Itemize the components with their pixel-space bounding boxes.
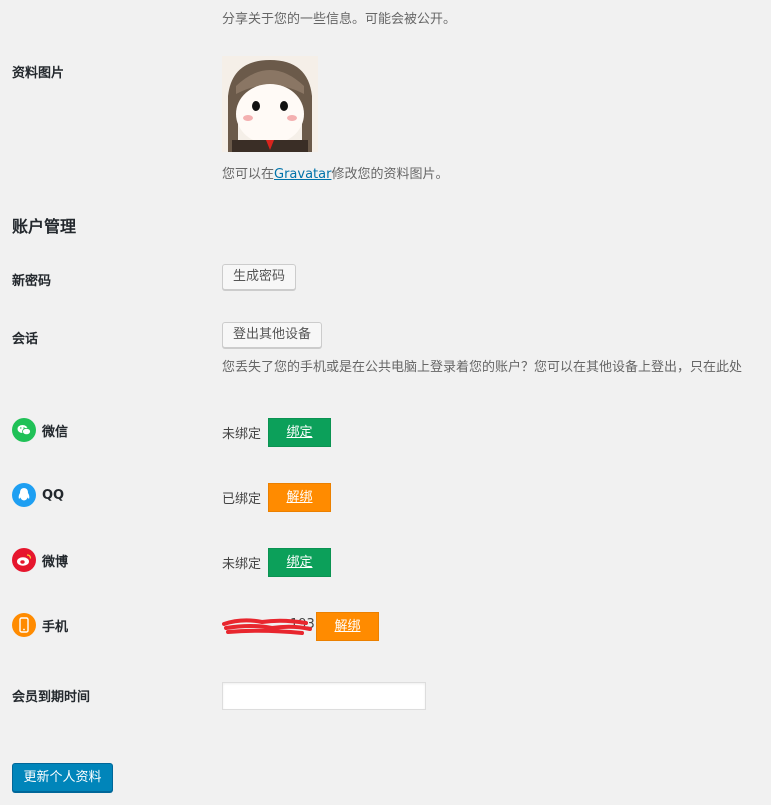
generate-password-button[interactable]: 生成密码 — [222, 264, 296, 290]
avatar — [222, 56, 318, 152]
membership-expiry-input[interactable] — [222, 682, 426, 710]
new-password-label: 新密码 — [12, 274, 52, 289]
qq-status: 已绑定 — [222, 492, 262, 507]
account-section-title: 账户管理 — [12, 217, 77, 236]
wechat-status: 未绑定 — [222, 427, 262, 442]
wechat-bind-button[interactable]: 绑定 — [268, 418, 331, 447]
social-row-weibo: 微博 — [12, 548, 68, 572]
gravatar-description: 您可以在Gravatar修改您的资料图片。 — [222, 163, 448, 182]
wechat-icon — [12, 418, 36, 442]
gravatar-link[interactable]: Gravatar — [274, 167, 331, 182]
bio-description: 分享关于您的一些信息。可能会被公开。 — [222, 12, 457, 27]
social-row-wechat: 微信 — [12, 418, 68, 442]
gravatar-desc-after: 修改您的资料图片。 — [331, 167, 449, 182]
profile-picture-label: 资料图片 — [12, 66, 65, 81]
wechat-label: 微信 — [42, 424, 69, 440]
qq-unbind-button[interactable]: 解绑 — [268, 483, 331, 512]
update-profile-button[interactable]: 更新个人资料 — [12, 763, 113, 792]
weibo-icon — [12, 548, 36, 572]
logout-other-devices-button[interactable]: 登出其他设备 — [222, 322, 322, 348]
gravatar-desc-before: 您可以在 — [222, 167, 275, 182]
phone-icon — [12, 613, 36, 637]
qq-icon — [12, 483, 36, 507]
weibo-label: 微博 — [42, 554, 69, 570]
membership-expiry-label: 会员到期时间 — [12, 690, 91, 705]
qq-label: QQ — [42, 487, 65, 503]
phone-label: 手机 — [42, 619, 69, 635]
session-description: 您丢失了您的手机或是在公共电脑上登录着您的账户？您可以在其他设备上登出，只在此处 — [222, 360, 743, 375]
session-label: 会话 — [12, 332, 39, 347]
phone-number-redacted: 193 — [222, 616, 315, 636]
weibo-status: 未绑定 — [222, 557, 262, 572]
social-row-phone: 手机 — [12, 613, 68, 637]
weibo-bind-button[interactable]: 绑定 — [268, 548, 331, 577]
phone-unbind-button[interactable]: 解绑 — [316, 612, 379, 641]
social-row-qq: QQ — [12, 483, 64, 507]
